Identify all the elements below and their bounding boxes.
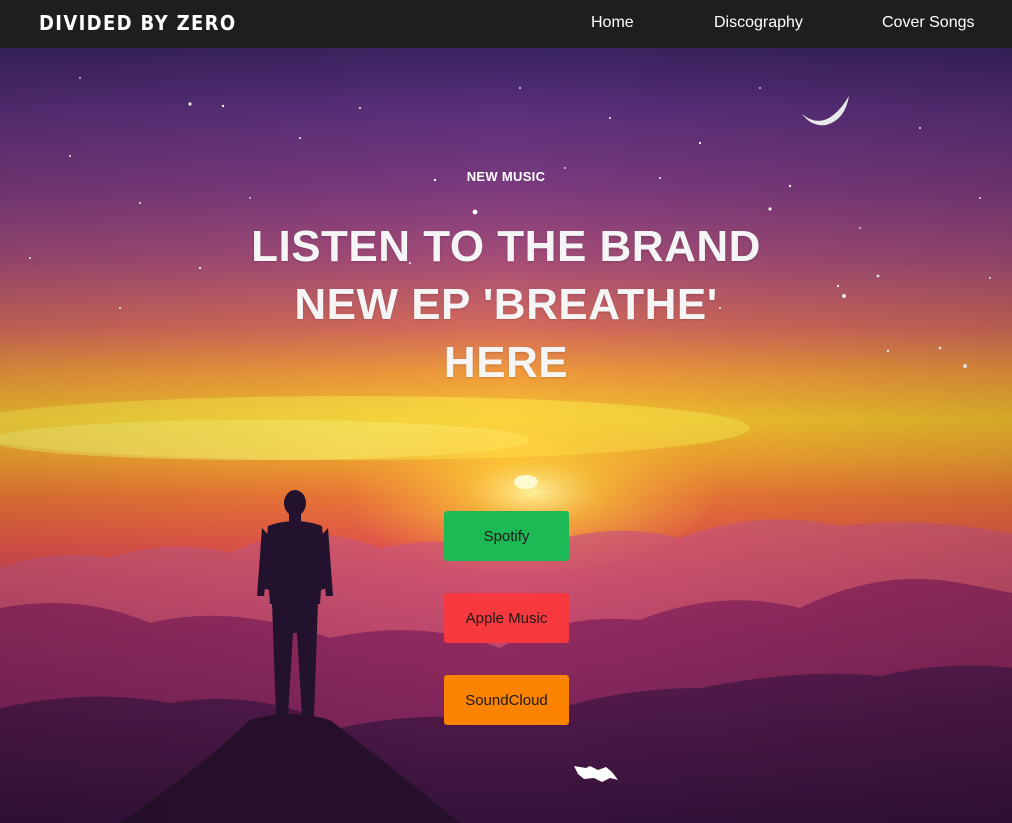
- apple-music-button[interactable]: Apple Music: [444, 593, 569, 643]
- eyebrow-label: NEW MUSIC: [466, 169, 546, 184]
- nav-discography-link[interactable]: Discography: [714, 14, 803, 32]
- hero-headline: LISTEN TO THE BRAND NEW EP 'BREATHE' HER…: [251, 222, 761, 387]
- soundcloud-button[interactable]: SoundCloud: [444, 675, 569, 725]
- spotify-button[interactable]: Spotify: [444, 511, 569, 561]
- nav-home-link[interactable]: Home: [591, 14, 634, 32]
- nav-cover-songs-link[interactable]: Cover Songs: [882, 14, 975, 32]
- scroll-down-icon[interactable]: [572, 764, 620, 784]
- navbar: DIVIDED BY ZERO Home Discography Cover S…: [0, 0, 1012, 48]
- hero-section: NEW MUSIC LISTEN TO THE BRAND NEW EP 'BR…: [0, 48, 1012, 823]
- site-logo[interactable]: DIVIDED BY ZERO: [39, 11, 237, 35]
